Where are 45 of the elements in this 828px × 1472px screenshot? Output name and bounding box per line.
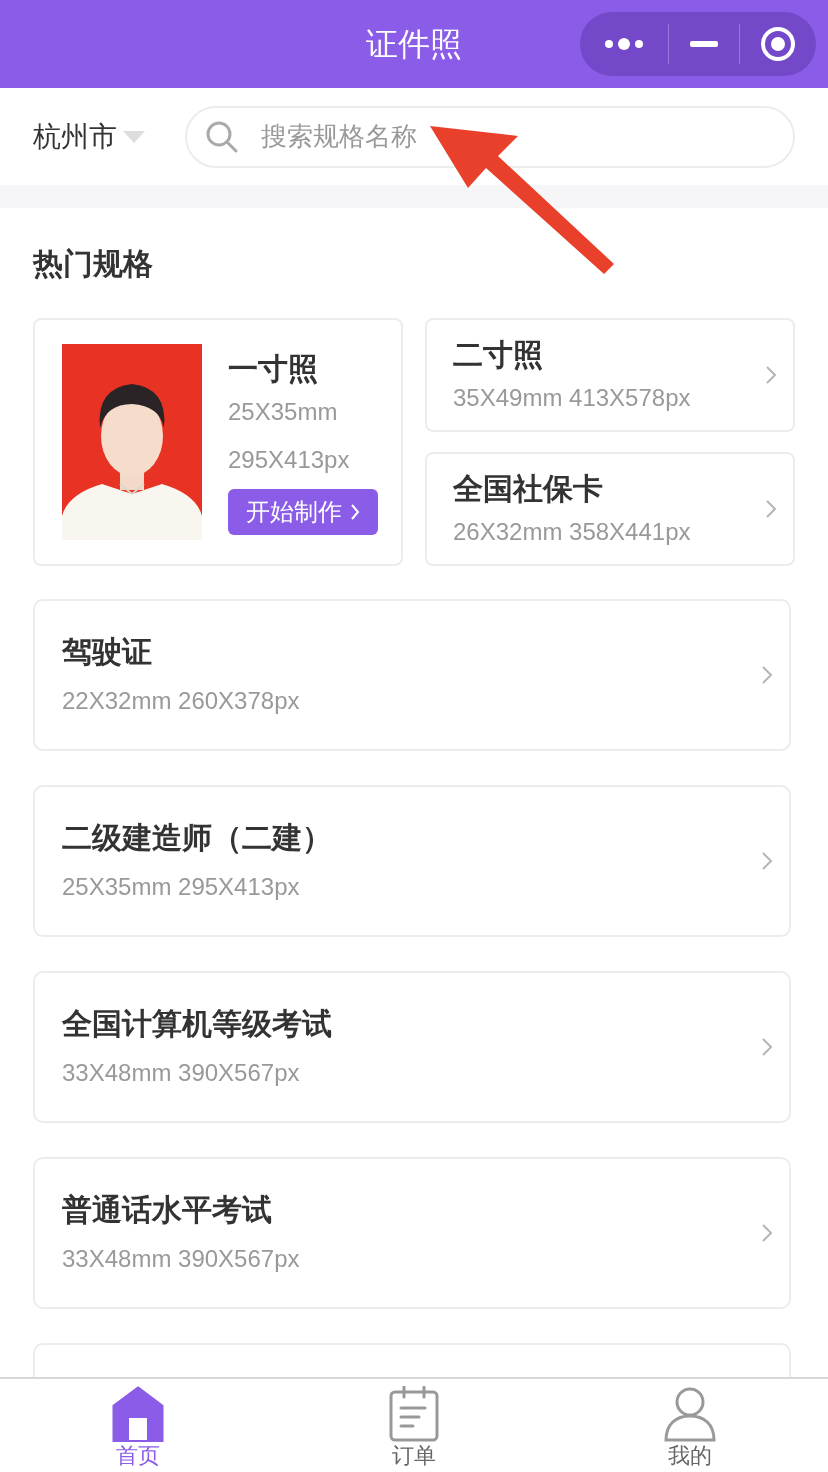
spec-name: 二寸照: [453, 337, 544, 373]
spec-card[interactable]: 普通话水平考试 33X48mm 390X567px: [33, 1157, 791, 1309]
chevron-icon: [765, 365, 777, 385]
chevron-icon: [761, 1223, 773, 1243]
tab-item[interactable]: 订单: [276, 1379, 552, 1472]
chevron-icon: [761, 1037, 773, 1057]
search-field[interactable]: 搜索规格名称: [185, 105, 795, 168]
spec-size: 25X35mm 295X413px: [62, 872, 301, 902]
spec-size: 295X413px: [228, 445, 351, 475]
chevron-icon: [765, 499, 777, 519]
spec-card[interactable]: 二寸照 35X49mm 413X578px: [425, 318, 795, 432]
minimize-icon: [690, 41, 718, 47]
spec-size: 26X32mm 358X441px: [453, 517, 692, 547]
home-icon: [112, 1386, 164, 1442]
spec-size: 33X48mm 390X567px: [62, 1244, 301, 1274]
spec-card[interactable]: 全国计算机等级考试 33X48mm 390X567px: [33, 971, 791, 1123]
spec-card[interactable]: 二级建造师（二建） 25X35mm 295X413px: [33, 785, 791, 937]
spec-size: 35X49mm 413X578px: [453, 383, 692, 413]
search-icon: [205, 119, 239, 154]
target-icon: [760, 26, 796, 62]
spec-name: 二级建造师（二建）: [62, 820, 333, 856]
more-icon: [604, 38, 644, 50]
spec-name: 全国计算机等级考试: [62, 1006, 333, 1042]
spec-name: 一寸照: [228, 351, 319, 387]
city-selector[interactable]: 杭州市: [33, 115, 145, 158]
spec-name: 驾驶证: [62, 634, 153, 670]
featured-card[interactable]: 一寸照 25X35mm 295X413px 开始制作: [33, 318, 403, 566]
person-icon: [663, 1386, 717, 1442]
start-button[interactable]: 开始制作: [228, 489, 378, 535]
dropdown-icon: [123, 130, 145, 143]
spec-size: 22X32mm 260X378px: [62, 686, 301, 716]
spec-name: 普通话水平考试: [62, 1192, 273, 1228]
chevron-icon: [761, 851, 773, 871]
spec-card[interactable]: 全国社保卡 26X32mm 358X441px: [425, 452, 795, 566]
notepad-icon: [388, 1386, 440, 1442]
spec-card[interactable]: 驾驶证 22X32mm 260X378px: [33, 599, 791, 751]
section-title: 热门规格: [33, 246, 154, 282]
spec-name: 全国社保卡: [453, 471, 604, 507]
chevron-icon: [350, 503, 360, 521]
spec-size: 33X48mm 390X567px: [62, 1058, 301, 1088]
chevron-icon: [761, 665, 773, 685]
tab-item[interactable]: 我的: [552, 1379, 828, 1472]
tab-item[interactable]: 首页: [0, 1379, 276, 1472]
spec-size: 25X35mm: [228, 397, 339, 427]
page-title: 证件照: [366, 25, 462, 64]
